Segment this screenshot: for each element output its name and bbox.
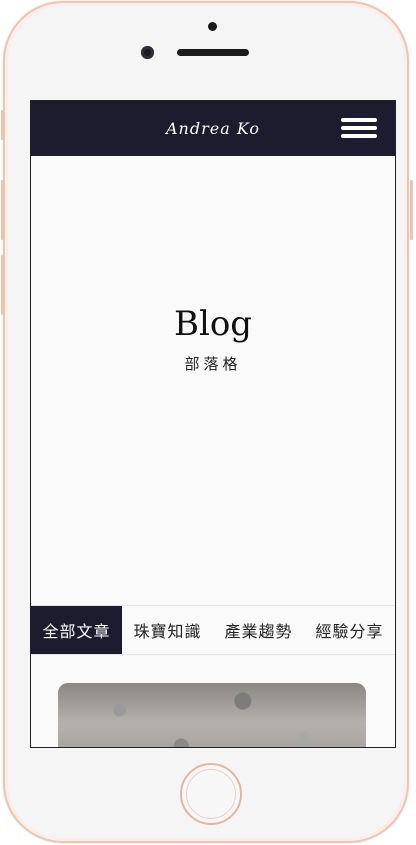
power-button [410, 180, 413, 240]
tab-jewelry-knowledge[interactable]: 珠寶知識 [122, 606, 213, 654]
volume-down-button [1, 255, 4, 315]
phone-frame: Andrea Ko Blog 部落格 全部文章 珠寶知識 產業趨勢 經驗分享 [3, 1, 409, 843]
tab-all-articles[interactable]: 全部文章 [31, 606, 122, 654]
mute-switch [1, 110, 4, 140]
earpiece-speaker [177, 49, 249, 56]
front-camera-icon [141, 46, 154, 59]
proximity-sensor [208, 22, 217, 31]
top-nav-bar: Andrea Ko [31, 101, 395, 156]
page-subtitle: 部落格 [184, 355, 242, 373]
tab-experience-sharing[interactable]: 經驗分享 [304, 606, 395, 654]
menu-line [341, 134, 377, 138]
hamburger-menu-icon[interactable] [341, 118, 377, 140]
tab-industry-trends[interactable]: 產業趨勢 [213, 606, 304, 654]
home-button-ring [186, 769, 236, 819]
blog-hero: Blog 部落格 [31, 156, 395, 603]
menu-line [341, 126, 377, 130]
volume-up-button [1, 180, 4, 240]
home-button[interactable] [180, 763, 242, 825]
article-card-image[interactable] [58, 683, 366, 747]
site-logo[interactable]: Andrea Ko [166, 119, 260, 138]
screen: Andrea Ko Blog 部落格 全部文章 珠寶知識 產業趨勢 經驗分享 [30, 100, 396, 748]
category-tabs: 全部文章 珠寶知識 產業趨勢 經驗分享 [31, 605, 395, 655]
page-title: Blog [173, 304, 253, 344]
menu-line [341, 118, 377, 122]
